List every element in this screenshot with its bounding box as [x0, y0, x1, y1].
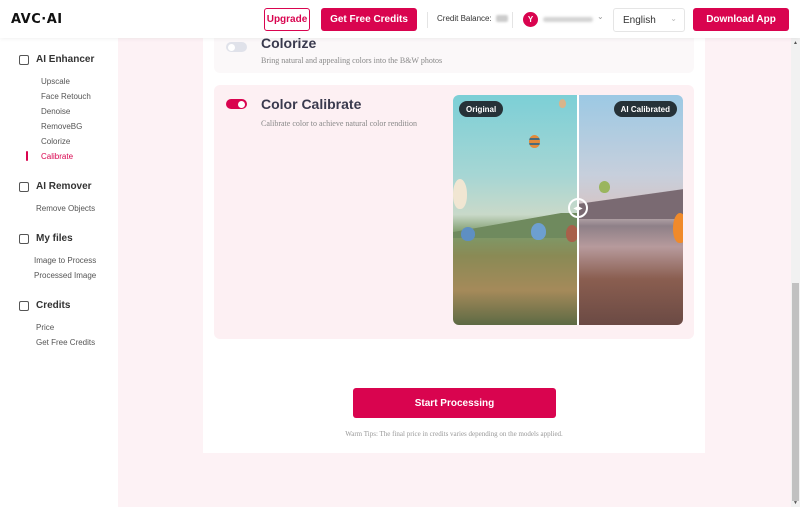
landscape-shape	[578, 179, 683, 219]
balloon	[453, 179, 467, 209]
main-panel: Colorize Bring natural and appealing col…	[203, 28, 705, 453]
toggle-knob	[228, 43, 235, 51]
scroll-up-arrow-icon[interactable]: ▲	[791, 38, 800, 47]
chevron-down-icon[interactable]: ⌄	[597, 12, 604, 21]
sidebar-item-processed-image[interactable]: Processed Image	[34, 271, 96, 280]
sidebar-item-price[interactable]: Price	[36, 323, 54, 332]
balloon	[559, 99, 566, 108]
sidebar-item-get-free-credits[interactable]: Get Free Credits	[36, 338, 95, 347]
divider	[512, 12, 513, 28]
balloon	[673, 213, 683, 243]
section-title: Credits	[36, 300, 71, 311]
toggle-knob	[238, 100, 245, 108]
top-header: AVC·AI Upgrade Get Free Credits Credit B…	[0, 0, 800, 38]
sidebar-section-ai-remover[interactable]: AI Remover	[19, 181, 92, 192]
files-icon	[19, 233, 29, 244]
section-title: My files	[36, 233, 73, 244]
get-free-credits-button[interactable]: Get Free Credits	[321, 8, 417, 31]
balloon	[529, 135, 540, 148]
start-processing-button[interactable]: Start Processing	[353, 388, 556, 418]
scroll-down-arrow-icon[interactable]: ▼	[791, 498, 800, 507]
scrollbar[interactable]: ▲ ▼	[791, 38, 800, 507]
sidebar-item-removebg[interactable]: RemoveBG	[41, 122, 82, 131]
image-icon	[19, 54, 29, 65]
sidebar-item-colorize[interactable]: Colorize	[41, 137, 70, 146]
sidebar-item-image-to-process[interactable]: Image to Process	[34, 256, 96, 265]
feature-description: Calibrate color to achieve natural color…	[261, 119, 417, 128]
language-value: English	[623, 14, 656, 26]
colorize-toggle[interactable]	[226, 42, 247, 52]
edit-icon	[19, 181, 29, 192]
balloon	[461, 227, 475, 241]
compare-slider-icon[interactable]: ◀▶	[568, 198, 588, 218]
warm-tips-text: Warm Tips: The final price in credits va…	[345, 430, 563, 438]
sidebar-section-my-files[interactable]: My files	[19, 233, 73, 244]
credit-balance: Credit Balance:	[437, 14, 508, 23]
section-title: AI Remover	[36, 181, 92, 192]
active-indicator	[26, 151, 28, 161]
sidebar-item-upscale[interactable]: Upscale	[41, 77, 70, 86]
section-title: AI Enhancer	[36, 54, 95, 65]
sidebar-item-face-retouch[interactable]: Face Retouch	[41, 92, 91, 101]
chevron-down-icon: ⌄	[670, 14, 677, 23]
original-label: Original	[459, 101, 504, 117]
feature-card-color-calibrate[interactable]: Color Calibrate Calibrate color to achie…	[214, 85, 694, 339]
feature-description: Bring natural and appealing colors into …	[261, 56, 443, 65]
username-blurred[interactable]	[543, 17, 593, 22]
sidebar-item-denoise[interactable]: Denoise	[41, 107, 70, 116]
sidebar-item-remove-objects[interactable]: Remove Objects	[36, 204, 95, 213]
credit-balance-value-blurred	[495, 15, 508, 23]
sidebar-item-calibrate[interactable]: Calibrate	[41, 152, 73, 161]
original-image	[453, 95, 578, 325]
download-app-button[interactable]: Download App	[693, 8, 789, 31]
sidebar-section-credits[interactable]: Credits	[19, 300, 70, 311]
scroll-thumb[interactable]	[792, 283, 799, 501]
upgrade-button[interactable]: Upgrade	[264, 8, 310, 31]
avatar[interactable]: Y	[523, 12, 538, 27]
ai-calibrated-label: AI Calibrated	[613, 101, 677, 117]
wallet-icon	[19, 300, 29, 311]
credit-balance-label: Credit Balance:	[437, 14, 492, 23]
logo[interactable]: AVC·AI	[11, 12, 63, 27]
feature-title: Color Calibrate	[261, 96, 362, 112]
language-select[interactable]: English ⌄	[613, 8, 685, 32]
before-after-comparison[interactable]: ◀▶ Original AI Calibrated	[453, 95, 683, 325]
sidebar: AI Enhancer Upscale Face Retouch Denoise…	[0, 38, 118, 507]
divider	[427, 12, 428, 28]
balloon	[599, 181, 610, 193]
sidebar-section-ai-enhancer[interactable]: AI Enhancer	[19, 54, 94, 65]
balloon	[531, 223, 546, 240]
color-calibrate-toggle[interactable]	[226, 99, 247, 109]
